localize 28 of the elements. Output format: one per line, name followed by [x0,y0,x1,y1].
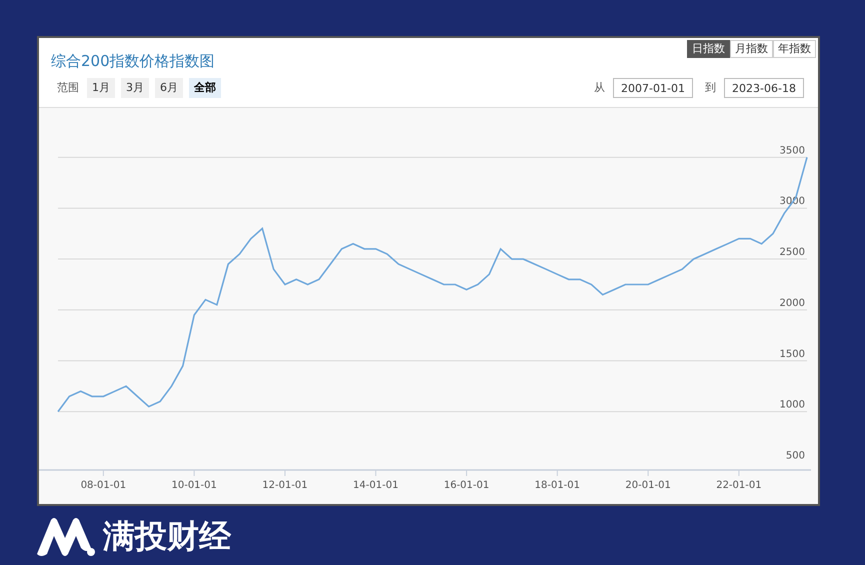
x-tick-label: 18-01-01 [534,480,580,491]
y-tick-label: 1000 [780,400,805,411]
range-button[interactable]: 3月 [121,78,149,98]
chart-title: 综合200指数价格指数图 [51,51,215,72]
period-tab[interactable]: 日指数 [687,40,730,58]
range-button[interactable]: 全部 [189,78,221,98]
x-tick-label: 10-01-01 [171,480,217,491]
y-tick-label: 2500 [780,247,805,258]
range-label: 范围 [57,80,79,96]
period-tab[interactable]: 月指数 [730,40,773,58]
y-tick-label: 1500 [780,348,805,360]
x-tick-label: 14-01-01 [353,480,398,491]
x-tick-label: 22-01-01 [716,480,762,491]
x-tick-label: 20-01-01 [625,480,671,491]
range-button[interactable]: 6月 [155,78,183,98]
x-tick-label: 16-01-01 [444,480,490,491]
y-tick-label: 3500 [780,145,805,156]
x-tick-label: 12-01-01 [262,480,308,491]
brand-name: 满投财经 [103,516,231,557]
range-button[interactable]: 1月 [87,78,115,98]
period-tab[interactable]: 年指数 [773,40,816,58]
date-field[interactable]: 2023-06-18 [724,78,804,98]
date-field[interactable]: 2007-01-01 [613,78,693,98]
date-label: 到 [705,80,716,96]
x-tick-label: 08-01-01 [80,480,126,491]
y-tick-label: 2000 [780,298,805,309]
date-label: 从 [594,80,605,96]
y-tick-label: 500 [786,450,805,462]
